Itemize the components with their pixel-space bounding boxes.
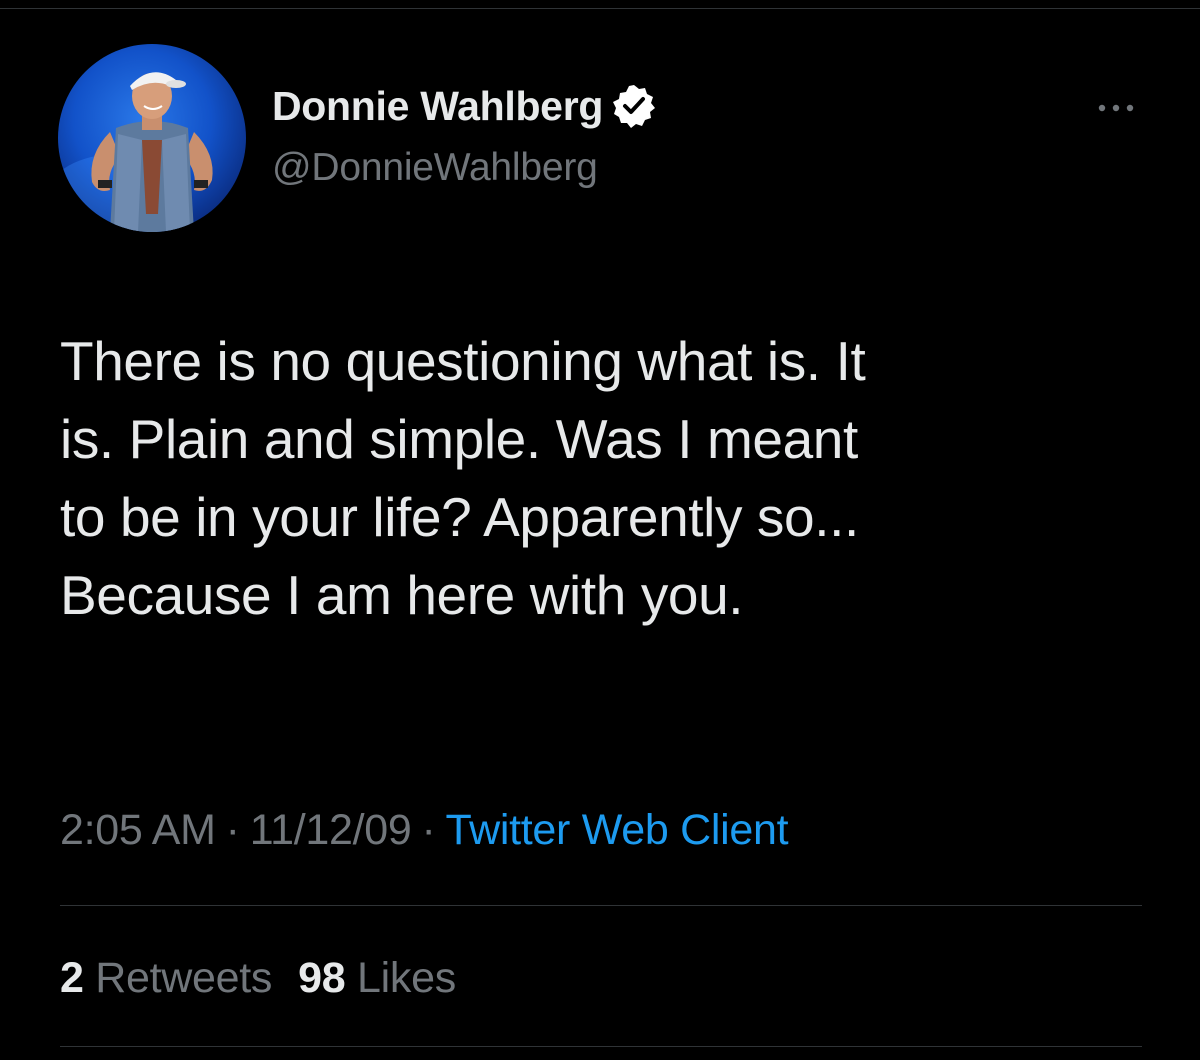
tweet-stats: 2 Retweets 98 Likes [60,954,456,1003]
tweet-text-line: is. Plain and simple. Was I meant [60,408,858,470]
tweet-text-line: Because I am here with you. [60,564,744,626]
top-divider [0,8,1200,9]
likes-label: Likes [357,954,456,1002]
divider [60,905,1142,906]
more-dots-icon [1098,104,1134,112]
profile-photo-icon [58,72,213,232]
display-name-row[interactable]: Donnie Wahlberg [272,80,657,132]
tweet-client-link[interactable]: Twitter Web Client [446,806,789,854]
retweets-label: Retweets [95,954,273,1002]
user-handle[interactable]: @DonnieWahlberg [272,146,598,190]
tweet-text: There is no questioning what is. It is. … [60,322,1170,634]
more-options-button[interactable] [1090,96,1142,120]
likes-count: 98 [298,954,346,1002]
tweet-text-line: to be in your life? Apparently so... [60,486,859,548]
avatar[interactable] [58,44,246,232]
tweet-meta: 2:05 AM · 11/12/09 · Twitter Web Client [60,806,789,855]
meta-separator: · [421,806,436,854]
tweet-date[interactable]: 11/12/09 [250,806,412,854]
likes-stat[interactable]: 98 Likes [298,954,456,1002]
tweet-text-line: There is no questioning what is. It [60,330,866,392]
meta-separator: · [225,806,240,854]
tweet-time[interactable]: 2:05 AM [60,806,216,854]
display-name[interactable]: Donnie Wahlberg [272,83,603,130]
verified-badge-icon [611,83,657,129]
divider [60,1046,1142,1047]
retweets-stat[interactable]: 2 Retweets [60,954,272,1002]
retweets-count: 2 [60,954,84,1002]
